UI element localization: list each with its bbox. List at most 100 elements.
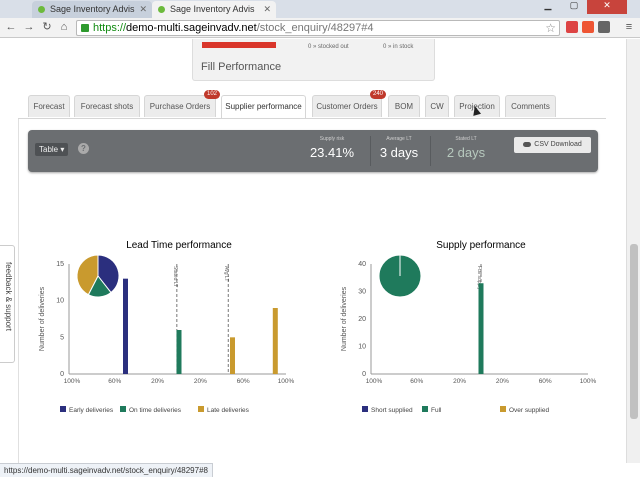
legend-label: Short supplied xyxy=(371,407,413,414)
tab-label: Forecast shots xyxy=(80,102,134,111)
average-lt-label: Average LT xyxy=(386,136,412,142)
tab-forecast-shots[interactable]: Forecast shots xyxy=(74,95,140,117)
legend-label: Late deliveries xyxy=(207,407,250,414)
extension-icon[interactable] xyxy=(598,21,610,33)
fill-performance-card: 0 » stocked out 0 » in stock Fill Perfor… xyxy=(192,39,435,81)
x-tick-label: 60% xyxy=(539,378,552,385)
lead-time-chart: Lead Time performance Number of deliverie… xyxy=(39,240,295,414)
y-axis-label: Number of deliveries xyxy=(39,286,46,351)
x-tick-label: 100% xyxy=(64,378,81,385)
browser-tab-1[interactable]: Sage Inventory Advis ✕ xyxy=(32,1,152,18)
browser-tab-title: Sage Inventory Advis xyxy=(170,4,255,14)
csv-download-label: CSV Download xyxy=(534,141,582,148)
tab-label: Forecast xyxy=(33,102,65,111)
extension-icon[interactable] xyxy=(582,21,594,33)
in-stock-stat: 0 » in stock xyxy=(383,44,414,50)
view-select-dropdown[interactable]: Table ▾ xyxy=(35,143,69,156)
browser-tab-title: Sage Inventory Advis xyxy=(50,4,135,14)
y-tick-label: 15 xyxy=(56,261,64,268)
tab-label: CW xyxy=(430,102,444,111)
marker-label: Avg LT xyxy=(223,266,229,281)
page-content: 0 » stocked out 0 » in stock Fill Perfor… xyxy=(0,39,626,463)
x-tick-label: 20% xyxy=(194,378,207,385)
browser-tab-strip: Sage Inventory Advis ✕ Sage Inventory Ad… xyxy=(0,0,640,18)
url-scheme: https:// xyxy=(93,22,127,34)
x-tick-label: 100% xyxy=(278,378,295,385)
scrollbar-thumb[interactable] xyxy=(630,244,638,419)
customer-orders-count-badge: 240 xyxy=(369,90,386,99)
stat-divider xyxy=(430,136,431,166)
fill-performance-bar xyxy=(202,42,276,48)
bar xyxy=(123,278,128,374)
y-axis-label: Number of deliveries xyxy=(341,286,348,351)
sage-favicon-icon xyxy=(38,6,45,13)
page-scrollbar[interactable] xyxy=(626,39,640,463)
legend-swatch xyxy=(120,406,126,412)
tab-supplier-performance[interactable]: Supplier performance xyxy=(221,95,306,119)
tab-cw[interactable]: CW xyxy=(425,95,449,117)
browser-tab-2[interactable]: Sage Inventory Advis ✕ xyxy=(152,1,276,18)
gmail-extension-icon[interactable] xyxy=(566,21,578,33)
address-bar[interactable]: https://demo-multi.sageinvadv.net/stock_… xyxy=(76,20,560,36)
supplier-stats-bar: Table ▾ ? Supply risk 23.41% Average LT … xyxy=(28,130,598,172)
legend-label: Over supplied xyxy=(509,407,549,414)
x-tick-label: 20% xyxy=(496,378,509,385)
bar xyxy=(176,330,182,374)
help-icon[interactable]: ? xyxy=(78,143,89,154)
maximize-icon[interactable]: ▢ xyxy=(561,0,587,14)
y-tick-label: 0 xyxy=(362,371,366,378)
tab-forecast[interactable]: Forecast xyxy=(28,95,70,117)
legend-swatch xyxy=(198,406,204,412)
tab-comments[interactable]: Comments xyxy=(505,95,556,117)
average-lt-stat: Average LT 3 days xyxy=(373,136,425,160)
chart-title: Supply performance xyxy=(436,240,526,251)
y-tick-label: 40 xyxy=(358,261,366,268)
supply-performance-chart: Supply performance Number of deliveries 0 1… xyxy=(341,240,597,414)
feedback-label: feedback & support xyxy=(4,262,13,331)
close-tab-icon[interactable]: ✕ xyxy=(139,4,147,15)
tab-label: BOM xyxy=(394,102,414,111)
y-tick-label: 10 xyxy=(358,344,366,351)
sage-favicon-icon xyxy=(158,6,165,13)
legend-swatch xyxy=(422,406,428,412)
legend-label: Early deliveries xyxy=(69,407,114,414)
menu-icon[interactable]: ≡ xyxy=(622,20,636,34)
browser-toolbar: ← → ↻ ⌂ https://demo-multi.sageinvadv.ne… xyxy=(0,18,640,38)
tab-bom[interactable]: BOM xyxy=(388,95,420,117)
x-tick-label: 60% xyxy=(237,378,250,385)
csv-download-button[interactable]: CSV Download xyxy=(514,137,591,153)
feedback-support-tab[interactable]: feedback & support xyxy=(0,245,15,363)
y-tick-label: 0 xyxy=(60,371,64,378)
legend-swatch xyxy=(60,406,66,412)
cloud-download-icon xyxy=(523,141,532,147)
y-tick-label: 30 xyxy=(358,289,366,296)
legend-label: Full xyxy=(431,407,442,414)
status-bar-url: https://demo-multi.sageinvadv.net/stock_… xyxy=(0,463,213,477)
tab-label: Purchase Orders xyxy=(149,102,211,111)
page-tabs: Forecast Forecast shots Purchase Orders 1… xyxy=(28,90,588,119)
tab-customer-orders[interactable]: Customer Orders 240 xyxy=(312,90,386,117)
average-lt-value: 3 days xyxy=(379,145,419,160)
bookmark-star-icon[interactable]: ☆ xyxy=(545,21,556,35)
supply-risk-value: 23.41% xyxy=(309,145,355,160)
minimize-icon[interactable]: ▁ xyxy=(535,0,561,14)
close-window-icon[interactable]: ✕ xyxy=(587,0,627,14)
y-tick-label: 5 xyxy=(60,334,64,341)
purchase-orders-count-badge: 102 xyxy=(203,90,220,99)
y-tick-label: 20 xyxy=(358,316,366,323)
tab-purchase-orders[interactable]: Purchase Orders 102 xyxy=(144,90,220,117)
home-icon[interactable]: ⌂ xyxy=(57,20,71,34)
bar xyxy=(272,308,278,374)
chart-title: Lead Time performance xyxy=(126,240,232,251)
forward-icon[interactable]: → xyxy=(22,20,36,34)
marker-label: Stated LT xyxy=(172,266,178,287)
reload-icon[interactable]: ↻ xyxy=(40,20,54,34)
legend-swatch xyxy=(362,406,368,412)
stocked-out-stat: 0 » stocked out xyxy=(308,44,349,50)
tab-label: Customer Orders xyxy=(316,102,378,111)
back-icon[interactable]: ← xyxy=(4,20,18,34)
url-path: /stock_enquiry/48297#4 xyxy=(256,22,374,34)
stat-divider xyxy=(370,136,371,166)
close-tab-icon[interactable]: ✕ xyxy=(263,4,271,15)
fill-performance-title: Fill Performance xyxy=(201,61,282,73)
